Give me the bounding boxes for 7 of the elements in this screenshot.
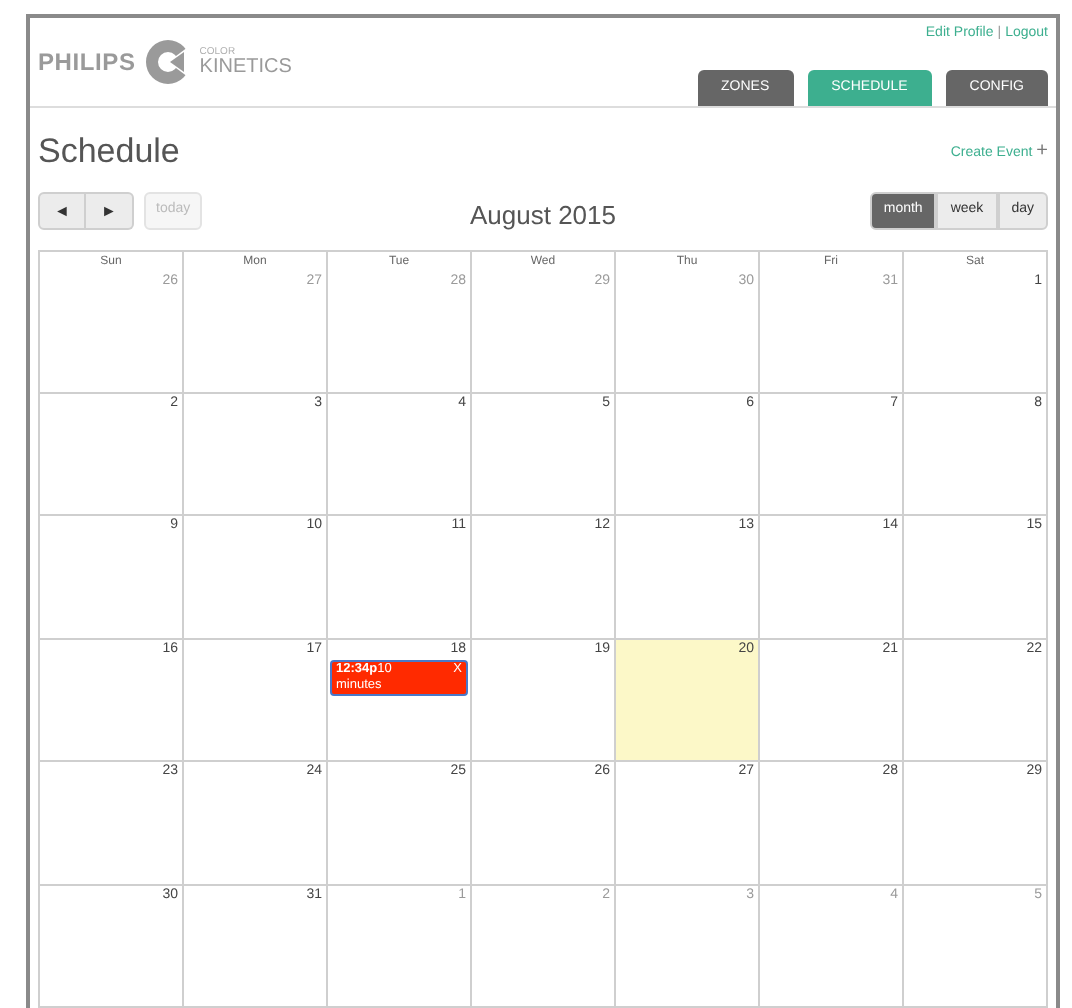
page-title: Schedule [38, 130, 180, 175]
logo-icon [143, 38, 192, 86]
previous-button[interactable]: ◄ [38, 192, 86, 231]
brand-name: PHILIPS [38, 46, 136, 80]
brand-subtitle: KINETICS [199, 57, 292, 77]
month-title: August 2015 [469, 197, 616, 234]
next-button[interactable]: ► [86, 192, 134, 231]
